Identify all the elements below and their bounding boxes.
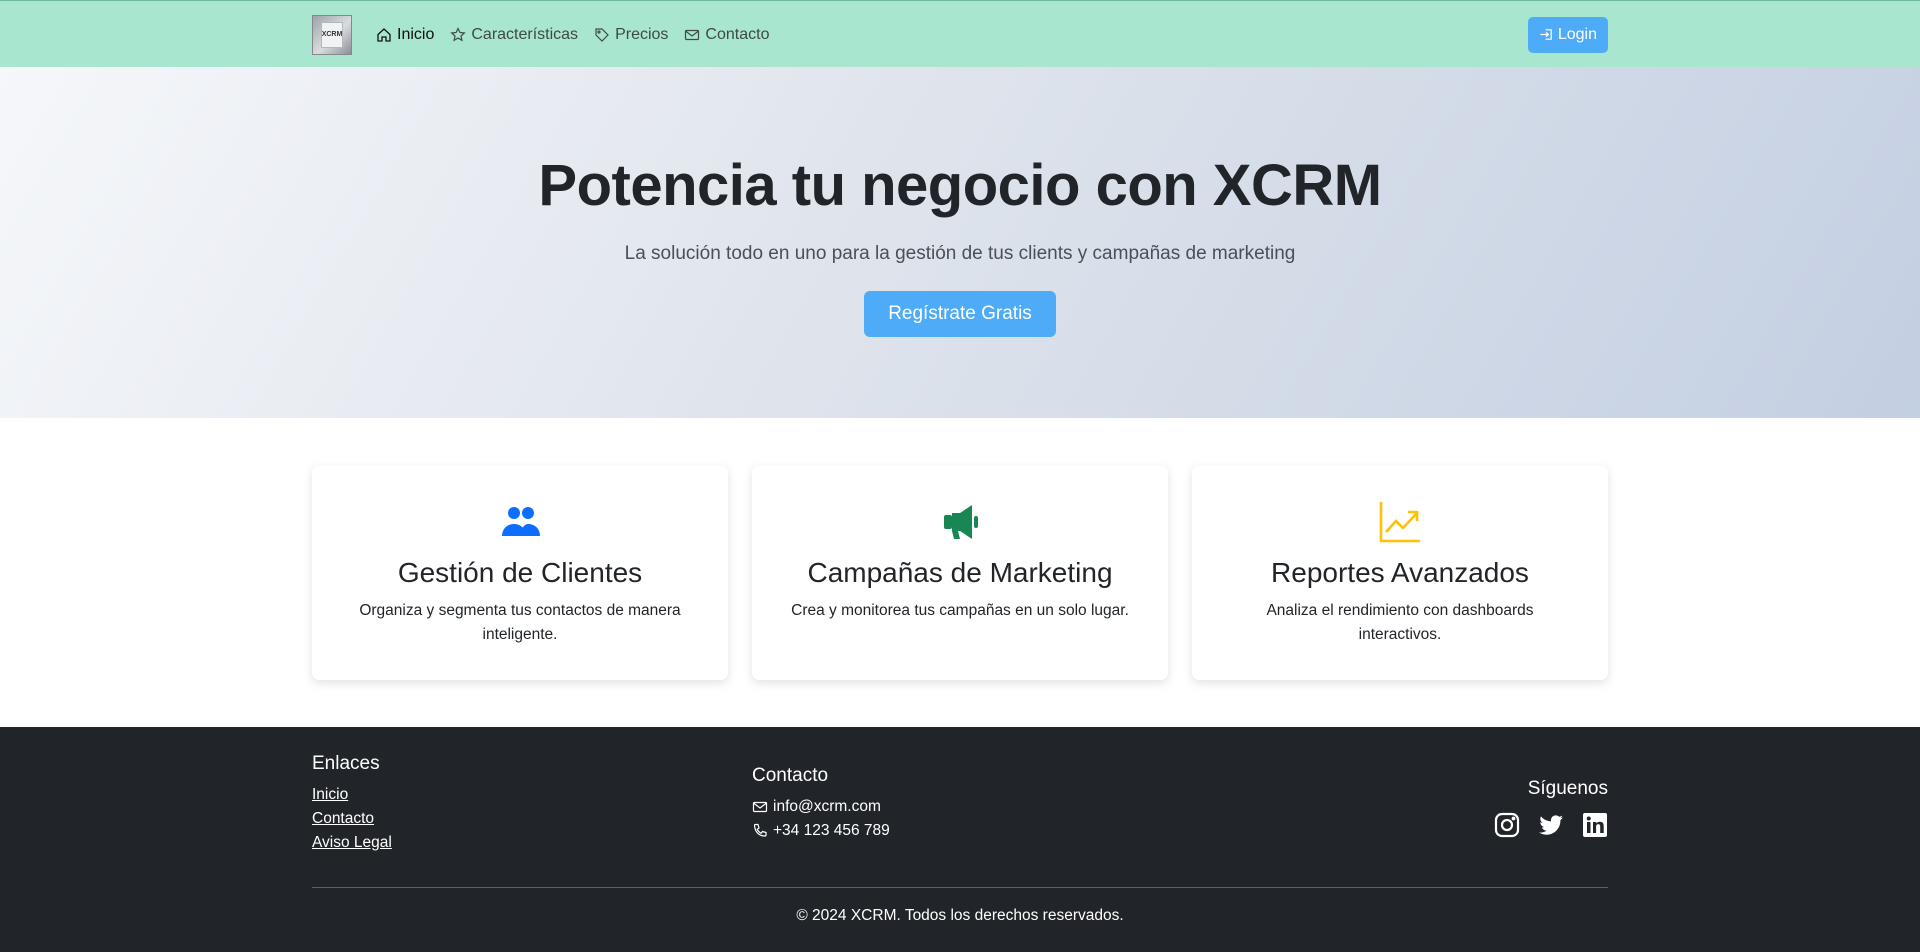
feature-card-reportes: Reportes Avanzados Analiza el rendimient… bbox=[1192, 466, 1608, 680]
home-icon bbox=[377, 27, 391, 42]
graph-up-icon bbox=[1379, 502, 1420, 543]
nav-link-caracteristicas[interactable]: Características bbox=[450, 26, 578, 44]
nav-link-precios[interactable]: Precios bbox=[594, 26, 668, 44]
feature-text: Organiza y segmenta tus contactos de man… bbox=[359, 602, 681, 643]
navbar: XCRM Inicio Características Precios Cont… bbox=[0, 0, 1920, 67]
phone-icon bbox=[753, 823, 767, 837]
feature-text: Analiza el rendimiento con dashboards in… bbox=[1266, 602, 1534, 643]
social-icons bbox=[1494, 812, 1608, 838]
linkedin-icon[interactable] bbox=[1582, 812, 1608, 838]
people-icon bbox=[502, 507, 540, 536]
nav-link-contacto[interactable]: Contacto bbox=[684, 26, 769, 44]
footer-divider bbox=[312, 887, 1608, 888]
register-free-button[interactable]: Regístrate Gratis bbox=[864, 291, 1056, 337]
footer-links-title: Enlaces bbox=[312, 753, 380, 774]
nav-links: Inicio Características Precios Contacto bbox=[376, 26, 769, 44]
footer-phone: +34 123 456 789 bbox=[752, 819, 890, 843]
logo-mark: XCRM bbox=[321, 21, 343, 48]
navbar-container: XCRM Inicio Características Precios Cont… bbox=[312, 1, 1608, 68]
hero-section: Potencia tu negocio con XCRM La solución… bbox=[0, 67, 1920, 418]
copyright: © 2024 XCRM. Todos los derechos reservad… bbox=[796, 907, 1124, 924]
hero-subtitle: La solución todo en uno para la gestión … bbox=[624, 243, 1296, 264]
feature-title: Reportes Avanzados bbox=[1271, 557, 1529, 588]
footer-links-column: Enlaces Inicio Contacto Aviso Legal bbox=[312, 753, 392, 855]
footer-contact-column: Contacto info@xcrm.com +34 123 456 789 bbox=[752, 765, 890, 843]
star-icon bbox=[450, 26, 467, 41]
nav-link-label: Características bbox=[471, 25, 579, 43]
nav-link-inicio[interactable]: Inicio bbox=[376, 26, 434, 44]
footer: Enlaces Inicio Contacto Aviso Legal Cont… bbox=[0, 727, 1920, 952]
footer-link-inicio[interactable]: Inicio bbox=[312, 783, 392, 807]
tag-icon bbox=[595, 27, 609, 42]
footer-email-text: info@xcrm.com bbox=[773, 798, 881, 815]
feature-title: Campañas de Marketing bbox=[807, 557, 1113, 588]
feature-title: Gestión de Clientes bbox=[397, 557, 643, 588]
footer-link-aviso-legal[interactable]: Aviso Legal bbox=[312, 831, 392, 855]
footer-link-contacto[interactable]: Contacto bbox=[312, 807, 392, 831]
envelope-icon bbox=[752, 801, 768, 813]
nav-link-label: Precios bbox=[615, 25, 669, 43]
login-button[interactable]: Login bbox=[1527, 16, 1608, 53]
login-label: Login bbox=[1557, 25, 1597, 43]
footer-phone-text: +34 123 456 789 bbox=[773, 822, 890, 839]
envelope-icon bbox=[685, 29, 700, 40]
login-icon bbox=[1540, 29, 1552, 40]
features-section: Gestión de Clientes Organiza y segmenta … bbox=[312, 466, 1608, 680]
footer-social-column: Síguenos bbox=[1494, 778, 1608, 838]
feature-text: Crea y monitorea tus campañas en un solo… bbox=[791, 602, 1129, 619]
instagram-icon[interactable] bbox=[1494, 812, 1520, 838]
nav-link-label: Contacto bbox=[705, 25, 770, 43]
nav-link-label: Inicio bbox=[397, 25, 435, 43]
twitter-icon[interactable] bbox=[1538, 812, 1564, 838]
footer-email: info@xcrm.com bbox=[752, 795, 890, 819]
brand-logo[interactable]: XCRM bbox=[312, 14, 352, 55]
hero-title: Potencia tu negocio con XCRM bbox=[538, 153, 1382, 218]
feature-card-marketing: Campañas de Marketing Crea y monitorea t… bbox=[752, 466, 1168, 680]
footer-social-title: Síguenos bbox=[1527, 778, 1608, 799]
footer-contact-title: Contacto bbox=[752, 765, 829, 786]
megaphone-icon bbox=[944, 505, 978, 539]
logo-text: XCRM bbox=[321, 31, 343, 38]
feature-card-clientes: Gestión de Clientes Organiza y segmenta … bbox=[312, 466, 728, 680]
